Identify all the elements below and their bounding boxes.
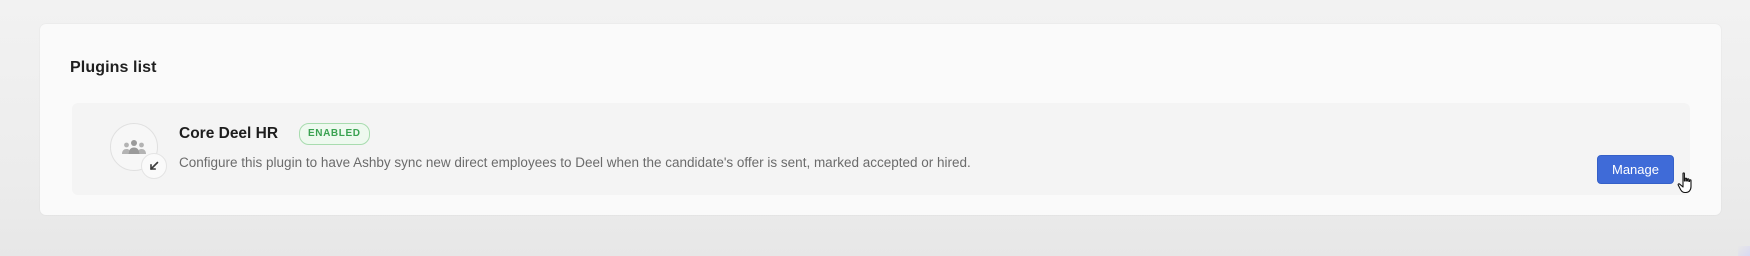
hand-pointer-cursor-icon xyxy=(1677,172,1692,194)
plugin-name: Core Deel HR xyxy=(179,125,279,142)
plugins-panel: Plugins list Core Deel HR ENABLED Config… xyxy=(40,24,1721,215)
plugin-description: Configure this plugin to have Ashby sync… xyxy=(179,155,971,170)
page: { "panel": { "title": "Plugins list" }, … xyxy=(0,0,1750,256)
manage-button[interactable]: Manage xyxy=(1597,155,1674,184)
status-badge: ENABLED xyxy=(299,123,370,145)
plugin-row-core-deel-hr: Core Deel HR ENABLED Configure this plug… xyxy=(72,103,1690,195)
arrow-down-left-icon xyxy=(141,153,167,179)
panel-title: Plugins list xyxy=(70,59,157,76)
corner-accent xyxy=(1738,246,1750,256)
